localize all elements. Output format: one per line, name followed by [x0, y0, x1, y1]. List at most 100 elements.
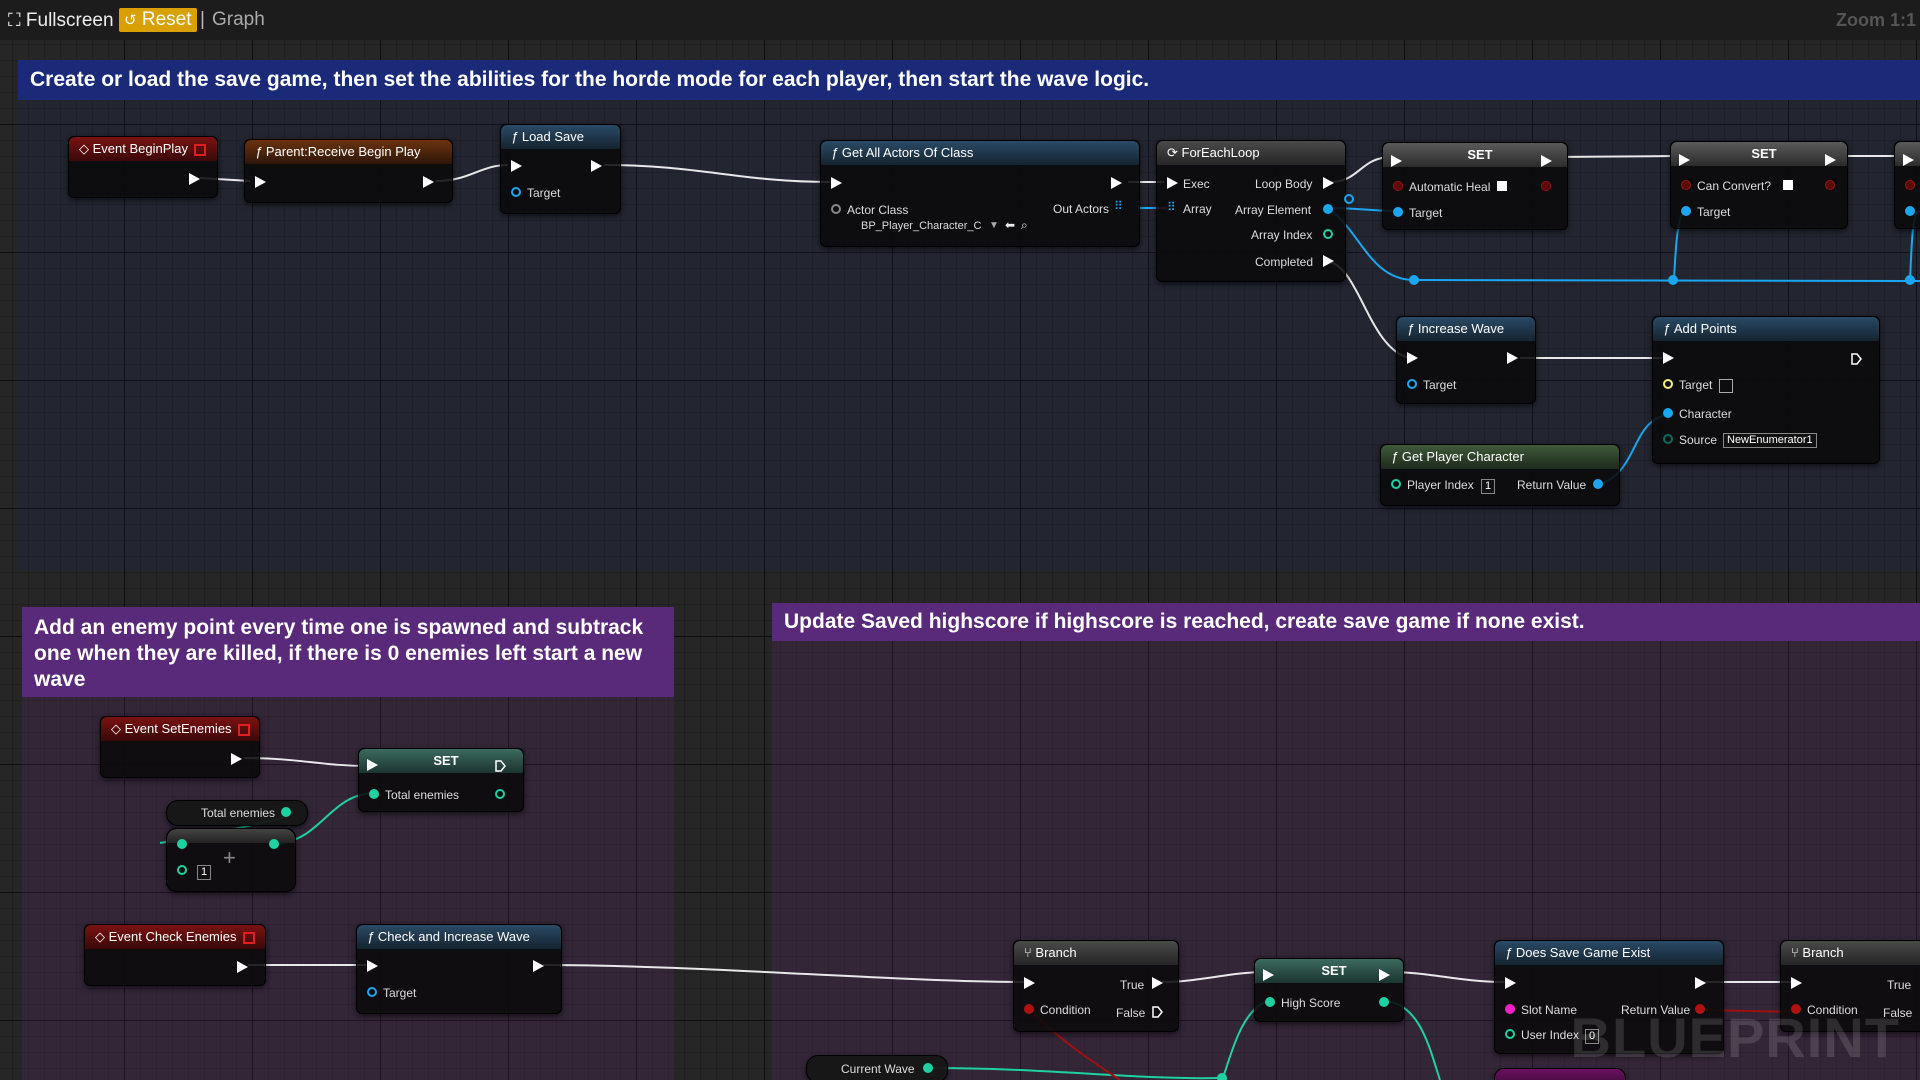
exec-in-pin[interactable]	[1391, 155, 1402, 167]
exec-out-pin[interactable]	[495, 759, 506, 772]
can-convert-out-pin[interactable]	[1825, 180, 1835, 190]
exec-out-pin[interactable]	[189, 173, 200, 185]
automatic-heal-checkbox[interactable]	[1497, 181, 1507, 191]
exec-out-pin[interactable]	[237, 961, 248, 973]
node-event-check-enemies[interactable]: ◇ Event Check Enemies	[84, 924, 266, 986]
slot-name-pin[interactable]	[1505, 1004, 1515, 1014]
node-set-high-score[interactable]: SET High Score	[1254, 958, 1404, 1022]
comment-box-enemies[interactable]: Add an enemy point every time one is spa…	[22, 607, 674, 1080]
fullscreen-button[interactable]: ⛶ Fullscreen	[8, 8, 114, 32]
exec-in-pin[interactable]	[1663, 352, 1674, 364]
bool-pin[interactable]	[1905, 180, 1915, 190]
exec-out-pin[interactable]	[533, 960, 544, 972]
exec-out-pin[interactable]	[1695, 977, 1706, 989]
exec-in-pin[interactable]	[1167, 177, 1178, 189]
exec-out-pin[interactable]	[1541, 155, 1552, 167]
array-index-pin[interactable]	[1323, 229, 1333, 239]
exec-out-pin[interactable]	[423, 176, 434, 188]
node-increase-wave[interactable]: ƒ Increase Wave Target	[1396, 316, 1536, 404]
delegate-pin[interactable]	[242, 931, 255, 944]
node-set-automatic-heal[interactable]: SET Automatic Heal Target	[1382, 142, 1568, 230]
exec-in-pin[interactable]	[1505, 977, 1516, 989]
exec-out-pin[interactable]	[1111, 177, 1122, 189]
node-load-save[interactable]: ƒ Load Save Target	[500, 124, 621, 214]
node-set-can-convert[interactable]: SET Can Convert? Target	[1670, 141, 1848, 229]
exec-in-pin[interactable]	[1024, 977, 1035, 989]
target-pin[interactable]	[511, 187, 521, 197]
reset-button[interactable]: ↺ Reset	[119, 8, 197, 32]
true-exec-pin[interactable]	[1152, 977, 1163, 989]
node-get-total-enemies[interactable]: Total enemies	[166, 800, 308, 826]
automatic-heal-out-pin[interactable]	[1541, 181, 1551, 191]
condition-pin[interactable]	[1024, 1004, 1034, 1014]
user-index-pin[interactable]	[1505, 1029, 1515, 1039]
node-get-player-character[interactable]: ƒ Get Player Character Player Index 1 Re…	[1380, 444, 1620, 506]
node-parent-receive-begin-play[interactable]: ƒ Parent:Receive Begin Play	[244, 139, 453, 203]
source-pin[interactable]	[1663, 434, 1673, 444]
target-pin[interactable]	[1393, 207, 1403, 217]
add-input-a-pin[interactable]	[177, 839, 187, 849]
exec-in-pin[interactable]	[511, 160, 522, 172]
node-event-set-enemies[interactable]: ◇ Event SetEnemies	[100, 716, 260, 778]
exec-in-pin[interactable]	[1791, 977, 1802, 989]
exec-in-pin[interactable]	[1903, 154, 1914, 166]
exec-out-pin[interactable]	[591, 160, 602, 172]
high-score-pin[interactable]	[1265, 997, 1275, 1007]
target-pin[interactable]	[367, 987, 377, 997]
loop-body-exec-pin[interactable]	[1323, 177, 1334, 189]
exec-out-pin[interactable]	[1507, 352, 1518, 364]
node-offscreen-set[interactable]	[1894, 141, 1920, 229]
node-event-begin-play[interactable]: ◇ Event BeginPlay	[68, 136, 218, 198]
browse-search-icon[interactable]: ⌕	[1021, 218, 1028, 232]
exec-out-pin[interactable]	[1379, 969, 1390, 981]
can-convert-pin[interactable]	[1681, 180, 1691, 190]
character-pin[interactable]	[1663, 408, 1673, 418]
node-add-points[interactable]: ƒ Add Points Target Character Source New…	[1652, 316, 1880, 464]
exec-out-pin[interactable]	[231, 753, 242, 765]
target-checkbox[interactable]	[1719, 379, 1733, 393]
exec-out-pin[interactable]	[1851, 352, 1862, 365]
node-get-current-wave[interactable]: Current Wave	[806, 1055, 948, 1080]
current-wave-pin[interactable]	[923, 1063, 933, 1073]
source-dropdown[interactable]: NewEnumerator1	[1723, 433, 1817, 448]
target-pin[interactable]	[1663, 379, 1673, 389]
delegate-pin[interactable]	[194, 143, 207, 156]
node-foreach-loop[interactable]: ⟳ ForEachLoop Exec ⠿ Array Loop Body Arr…	[1156, 140, 1346, 282]
add-input-b-value[interactable]: 1	[197, 865, 212, 880]
node-check-and-increase-wave[interactable]: ƒ Check and Increase Wave Target	[356, 924, 562, 1014]
exec-in-pin[interactable]	[1263, 969, 1274, 981]
total-enemies-out-pin[interactable]	[495, 789, 505, 799]
use-selected-arrow-icon[interactable]: ⬅	[1005, 218, 1015, 232]
target-pin[interactable]	[1407, 379, 1417, 389]
node-branch-1[interactable]: ⑂ Branch True Condition False	[1013, 940, 1179, 1032]
player-index-input[interactable]: 1	[1481, 479, 1496, 494]
node-get-all-actors-of-class[interactable]: ƒ Get All Actors Of Class Actor Class BP…	[820, 140, 1140, 247]
exec-in-pin[interactable]	[367, 960, 378, 972]
graph-canvas[interactable]: Create or load the save game, then set t…	[0, 0, 1920, 1080]
player-index-pin[interactable]	[1391, 479, 1401, 489]
target-pin[interactable]	[1681, 206, 1691, 216]
add-output-pin[interactable]	[269, 839, 279, 849]
total-enemies-pin[interactable]	[369, 789, 379, 799]
exec-in-pin[interactable]	[831, 177, 842, 189]
exec-in-pin[interactable]	[255, 176, 266, 188]
actor-class-pin[interactable]	[831, 204, 841, 214]
return-value-pin[interactable]	[1593, 479, 1603, 489]
node-add-int[interactable]: + 1	[166, 828, 296, 892]
exec-in-pin[interactable]	[367, 759, 378, 771]
add-input-b-pin[interactable]	[177, 865, 187, 875]
array-in-icon[interactable]: ⠿	[1167, 200, 1176, 214]
actor-class-value[interactable]: BP_Player_Character_C	[861, 219, 981, 233]
array-element-pin[interactable]	[1323, 204, 1333, 214]
completed-exec-pin[interactable]	[1323, 255, 1334, 267]
total-enemies-getter-pin[interactable]	[281, 807, 291, 817]
reroute-pin[interactable]	[1344, 194, 1354, 204]
high-score-out-pin[interactable]	[1379, 997, 1389, 1007]
exec-in-pin[interactable]	[1679, 154, 1690, 166]
can-convert-checkbox[interactable]	[1783, 180, 1793, 190]
delegate-pin[interactable]	[237, 723, 250, 736]
automatic-heal-pin[interactable]	[1393, 181, 1403, 191]
target-pin[interactable]	[1905, 206, 1915, 216]
comment-box-begin-play[interactable]: Create or load the save game, then set t…	[18, 60, 1920, 570]
dropdown-arrow-icon[interactable]: ▼	[989, 219, 999, 233]
